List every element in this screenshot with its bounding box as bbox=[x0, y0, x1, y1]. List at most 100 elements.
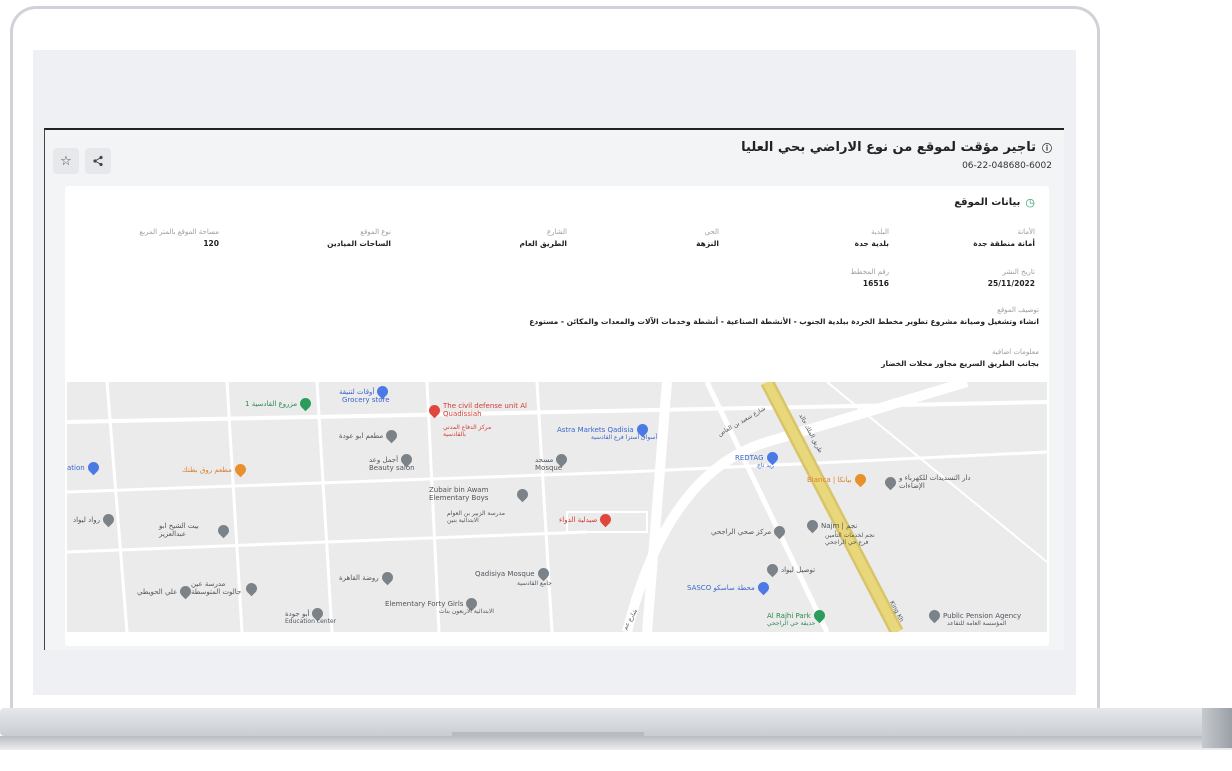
map-poi-sub: Education center bbox=[285, 618, 336, 625]
map-pin-icon bbox=[926, 607, 943, 624]
map-poi-sublabel: نجم لخدمات التأمين فرع حي الراجحي bbox=[825, 532, 875, 546]
map-poi-sub: مركز الدفاع المدني بالقادسية bbox=[443, 424, 513, 438]
map-poi[interactable]: SASCO محطة ساسكو bbox=[687, 579, 772, 596]
map-poi[interactable]: The civil defense unit Al Quadissiah bbox=[426, 402, 543, 418]
field-site-type: نوع الموقع الساحات الميادين bbox=[327, 228, 391, 248]
map-poi-label: مطعم روق بطنك bbox=[182, 465, 232, 474]
map-pin-icon bbox=[379, 569, 395, 586]
map-poi-label: Zubair bin Awam Elementary Boys bbox=[429, 486, 489, 502]
map-pin-icon bbox=[882, 474, 899, 490]
map-poi[interactable]: مدرسة عين جالوت المتوسطة bbox=[191, 580, 260, 596]
map-poi-label: صيدلية الدواء bbox=[559, 515, 598, 524]
map-poi-label: مدرسة عين جالوت المتوسطة bbox=[191, 580, 242, 596]
map-poi-sub: المؤسسة العامة للتقاعد bbox=[947, 620, 1006, 627]
base-bottom bbox=[0, 736, 1232, 750]
map-poi-label: مطعم ابو عودة bbox=[339, 431, 384, 440]
map-pin-icon bbox=[215, 522, 232, 538]
map-poi[interactable]: مركز صحي الراجحي bbox=[711, 523, 788, 540]
map-poi-sub: مدرسة الزبير بن العوام الابتدائية بنين bbox=[447, 510, 507, 524]
page-header: ⓘ تاجير مؤقت لموقع من نوع الاراضي بحي ال… bbox=[741, 140, 1052, 171]
map-poi-sublabel: مدرسة الزبير بن العوام الابتدائية بنين bbox=[447, 510, 505, 524]
map-pin-icon bbox=[243, 580, 260, 596]
map-poi-label: Najm | نجم bbox=[821, 521, 858, 530]
header-actions: ☆ bbox=[53, 148, 111, 174]
map-pin-icon bbox=[852, 471, 868, 488]
field-value: الساحات الميادين bbox=[327, 239, 391, 248]
base-edge bbox=[1202, 708, 1232, 748]
map-poi[interactable]: Qadisiya Mosque bbox=[475, 565, 551, 582]
map-poi[interactable]: Bianca | بيانكا bbox=[807, 471, 868, 488]
map-poi-sub: Beauty salon bbox=[369, 464, 415, 472]
clock-icon: ◷ bbox=[1025, 196, 1035, 209]
map-poi-label: مسجد bbox=[535, 455, 554, 464]
map-poi[interactable]: مزروع القادسية 1 bbox=[245, 395, 314, 412]
map-poi[interactable]: Zubair bin Awam Elementary Boys bbox=[429, 486, 531, 502]
map-poi-label: Bianca | بيانكا bbox=[807, 475, 852, 484]
field-area: مساحة الموقع بالمتر المربع 120 bbox=[139, 228, 219, 248]
map-poi[interactable]: دار التسديدات للكهرباء و الإضاءات bbox=[882, 474, 979, 490]
map-poi-sublabel: Grocery store bbox=[342, 396, 390, 404]
share-icon bbox=[93, 155, 103, 167]
map-poi-label: Elementary Forty Girls bbox=[385, 599, 464, 608]
page-title-row: ⓘ تاجير مؤقت لموقع من نوع الاراضي بحي ال… bbox=[741, 140, 1052, 155]
map-poi[interactable]: توصيل ليواد bbox=[764, 561, 815, 578]
map-poi-sub: ريد تاج bbox=[757, 462, 774, 469]
site-info-card: ◷ بيانات الموقع الأمانة أمانة منطقة جدة … bbox=[65, 186, 1049, 646]
field-amanah: الأمانة أمانة منطقة جدة bbox=[973, 228, 1035, 248]
map-poi-label: دار التسديدات للكهرباء و الإضاءات bbox=[899, 474, 971, 490]
map-poi[interactable]: علي الحويطي bbox=[137, 583, 194, 600]
field-value: أمانة منطقة جدة bbox=[973, 239, 1035, 248]
field-publish-date: تاريخ النشر 25/11/2022 bbox=[988, 268, 1035, 288]
map-poi-sublabel: الابتدائية الاربعون بنات bbox=[439, 608, 494, 615]
map-pin-icon bbox=[514, 486, 531, 502]
map-poi-label: The civil defense unit Al Quadissiah bbox=[443, 402, 527, 418]
map-poi[interactable]: مطعم ابو عودة bbox=[339, 427, 400, 444]
map-poi-label: REDTAG bbox=[735, 453, 764, 462]
map-poi[interactable]: بيت الشيخ ابو عبدالعزيز bbox=[159, 522, 232, 538]
map-poi-label: Public Pension Agency bbox=[943, 611, 1022, 620]
map-poi-sub: الابتدائية الاربعون بنات bbox=[439, 608, 494, 615]
field-label: الأمانة bbox=[1017, 228, 1035, 236]
field-extra-info: معلومات اضافية بجانب الطريق السريع مجاور… bbox=[59, 348, 1039, 368]
map-poi[interactable]: رواد ليواد bbox=[73, 511, 117, 528]
map-poi-sublabel: المؤسسة العامة للتقاعد bbox=[947, 620, 1007, 627]
map-poi-sublabel: حديقة حي الراجحي bbox=[767, 620, 816, 627]
map-poi[interactable]: Najm | نجم bbox=[804, 517, 858, 534]
field-label: رقم المخطط bbox=[850, 268, 889, 276]
map-poi-label: أوقات لتنيقة bbox=[339, 387, 375, 396]
map-poi-sub: جامع القادسية bbox=[517, 580, 552, 587]
map-poi-sub: حديقة حي الراجحي bbox=[767, 620, 815, 627]
map-poi-label: Al Rajhi Park bbox=[767, 611, 811, 620]
map-pin-icon bbox=[383, 427, 400, 444]
map-pin-icon bbox=[232, 461, 249, 478]
field-street: الشارع الطريق العام bbox=[520, 228, 567, 248]
map-poi-sublabel: Beauty salon bbox=[369, 464, 415, 472]
field-municipality: البلدية بلدية جدة bbox=[855, 228, 889, 248]
info-icon: ⓘ bbox=[1042, 144, 1052, 155]
map-poi-sublabel: ريد تاج bbox=[757, 462, 774, 469]
field-label: تاريخ النشر bbox=[1002, 268, 1035, 276]
reference-code: 06-22-048680-6002 bbox=[962, 161, 1052, 171]
map-pin-icon bbox=[804, 517, 821, 534]
map-poi-label: علي الحويطي bbox=[137, 587, 178, 596]
map-pin-icon bbox=[85, 459, 101, 476]
laptop-base bbox=[0, 708, 1232, 771]
map-pin-icon bbox=[178, 583, 194, 600]
field-value: انشاء وتشغيل وصيانة مشروع تطوير مخطط الخ… bbox=[529, 317, 1039, 326]
page-title: تاجير مؤقت لموقع من نوع الاراضي بحي العل… bbox=[741, 140, 1036, 155]
location-map[interactable]: أوقات لتنيقة Grocery store مزروع القادسي… bbox=[67, 382, 1047, 632]
map-poi[interactable]: مطعم روق بطنك bbox=[182, 461, 249, 478]
share-button[interactable] bbox=[85, 148, 111, 174]
field-description: توصيف الموقع انشاء وتشغيل وصيانة مشروع ت… bbox=[59, 306, 1039, 326]
map-poi-label: Qadisiya Mosque bbox=[475, 569, 535, 578]
star-icon: ☆ bbox=[60, 153, 72, 169]
map-poi[interactable]: روضة القاهرة bbox=[339, 569, 395, 586]
field-label: الشارع bbox=[546, 228, 567, 236]
map-poi-label: SASCO محطة ساسكو bbox=[687, 583, 755, 592]
field-label: توصيف الموقع bbox=[997, 306, 1039, 314]
map-poi[interactable]: ation bbox=[67, 459, 101, 476]
favorite-button[interactable]: ☆ bbox=[53, 148, 79, 174]
field-value: 120 bbox=[203, 239, 219, 248]
map-poi[interactable]: صيدلية الدواء bbox=[559, 511, 614, 528]
field-label: البلدية bbox=[871, 228, 889, 236]
